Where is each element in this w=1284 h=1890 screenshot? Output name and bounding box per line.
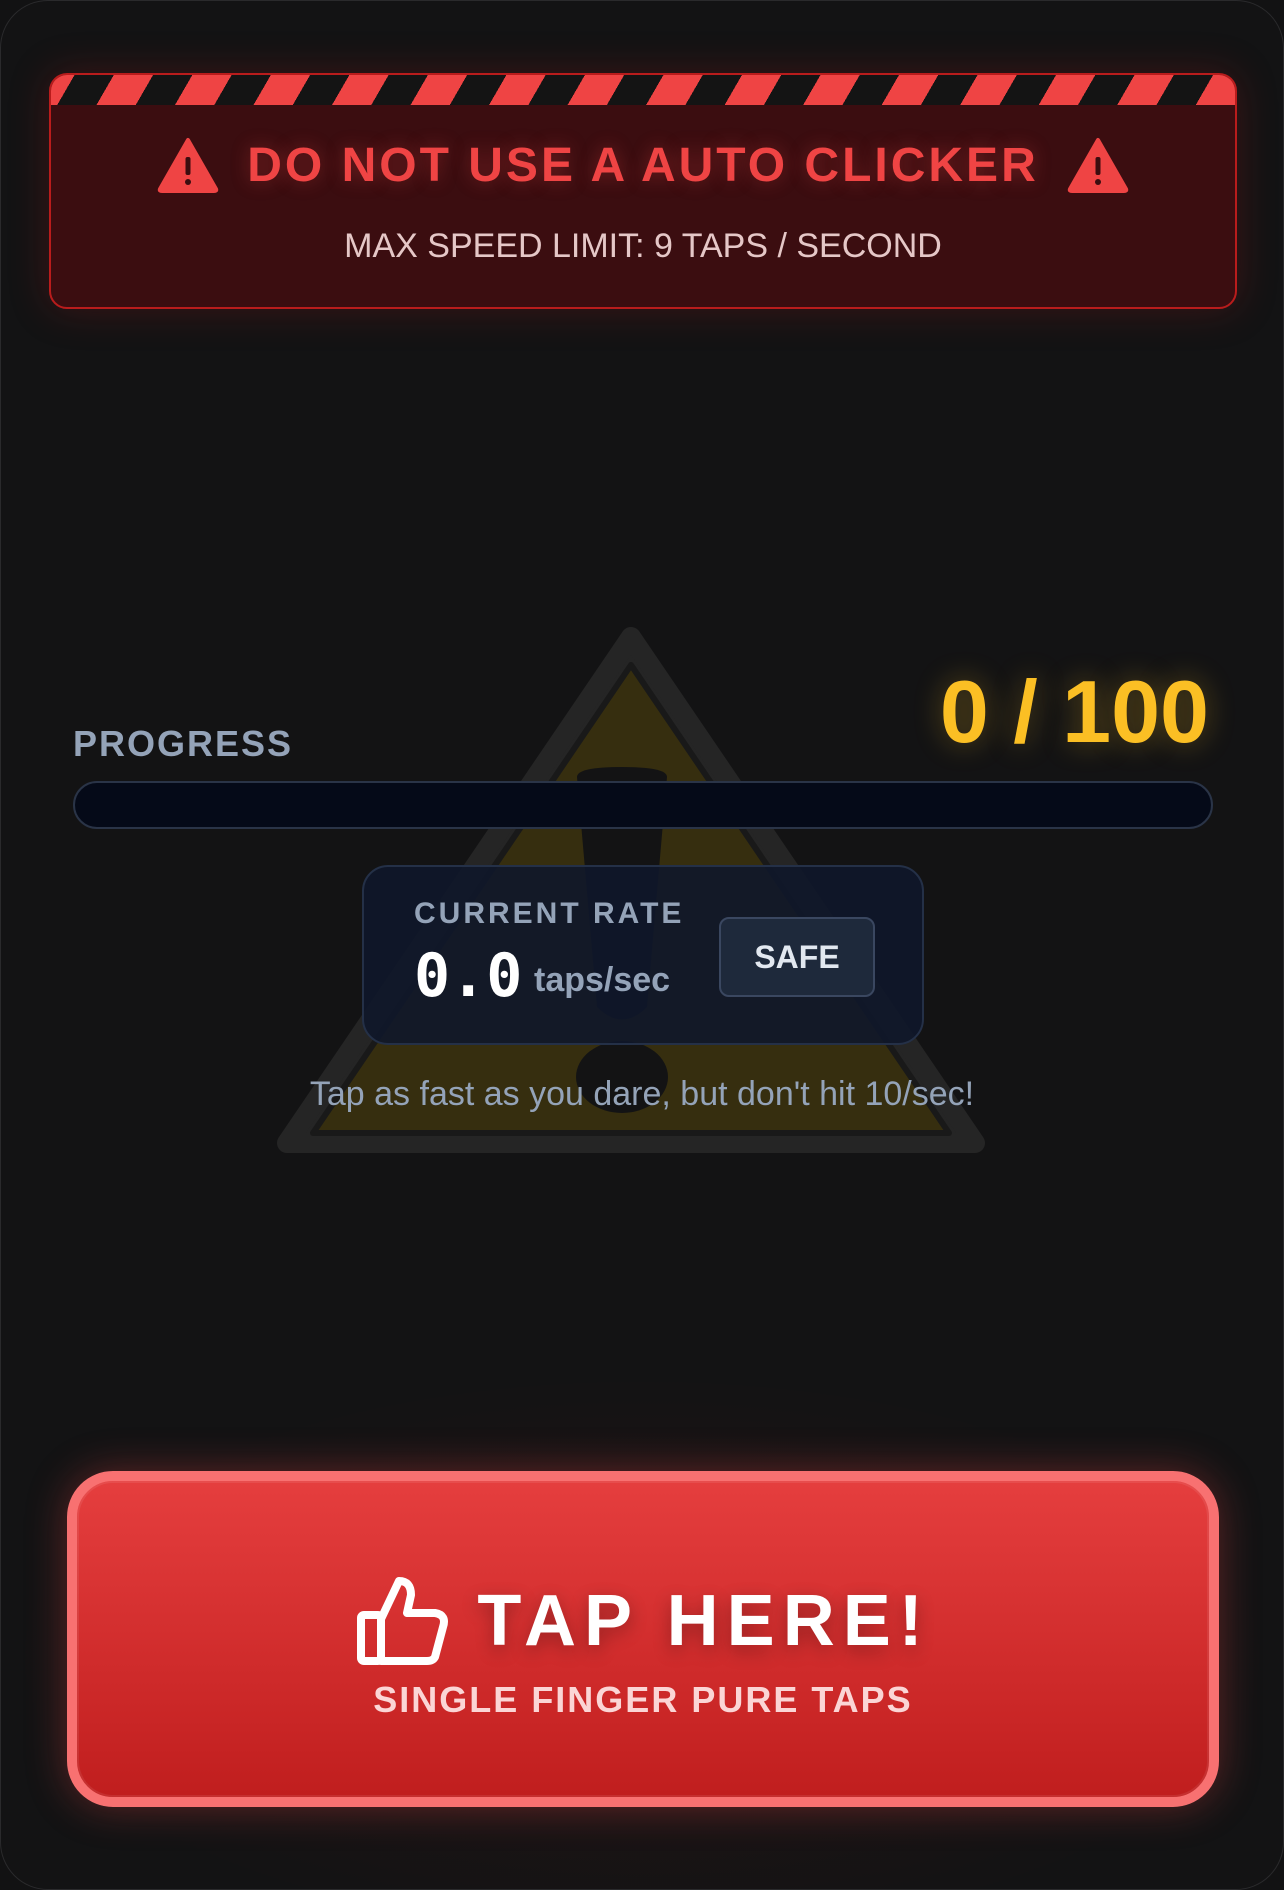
rate-value: 0.0 [414, 941, 523, 1011]
tap-button-row: TAP HERE! [77, 1573, 1209, 1669]
hazard-stripe [51, 75, 1235, 105]
progress-label: PROGRESS [73, 723, 294, 764]
tap-button-label: TAP HERE! [477, 1581, 931, 1661]
tap-button[interactable]: TAP HERE! SINGLE FINGER PURE TAPS [67, 1471, 1219, 1807]
hint-text: Tap as fast as you dare, but don't hit 1… [309, 1075, 975, 1113]
rate-label: CURRENT RATE [414, 897, 685, 930]
tap-button-subtitle: SINGLE FINGER PURE TAPS [373, 1679, 913, 1720]
banner-title: DO NOT USE A AUTO CLICKER [247, 138, 1039, 192]
rate-unit: taps/sec [534, 961, 671, 999]
tap-counter: 0 / 100 [939, 662, 1209, 761]
warning-triangle-icon [1067, 138, 1128, 193]
progress-bar [73, 781, 1213, 829]
status-badge: SAFE [719, 917, 875, 997]
warning-banner: DO NOT USE A AUTO CLICKER MAX SPEED LIMI… [49, 73, 1237, 309]
thumbs-up-icon [357, 1577, 449, 1665]
rate-panel: CURRENT RATE 0.0 taps/sec SAFE [362, 865, 924, 1045]
speed-limit-text: MAX SPEED LIMIT: 9 TAPS / SECOND [344, 227, 942, 265]
banner-title-row: DO NOT USE A AUTO CLICKER [51, 137, 1235, 193]
app-screen: DO NOT USE A AUTO CLICKER MAX SPEED LIMI… [0, 0, 1284, 1890]
warning-triangle-icon [158, 138, 219, 193]
